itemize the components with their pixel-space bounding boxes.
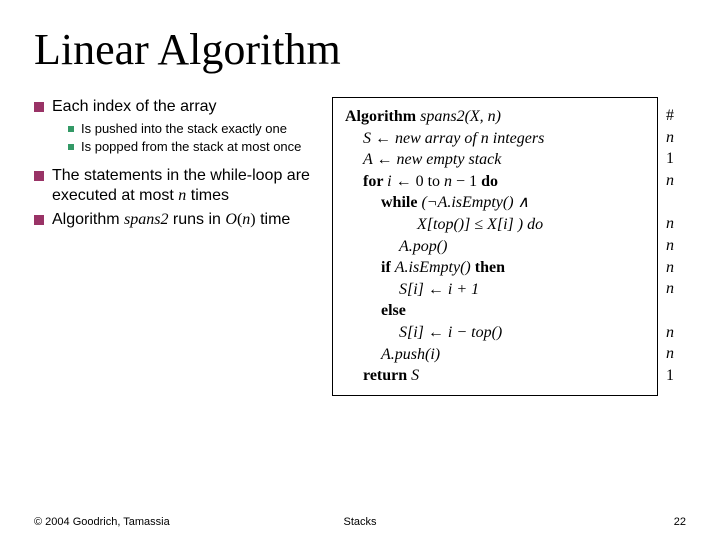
bullet-2-text: The statements in the while-loop are exe… xyxy=(52,166,314,206)
complexity-column: # n 1 n n n n n n n 1 xyxy=(666,97,686,387)
var-s: S xyxy=(411,367,419,384)
complexity-val: n xyxy=(666,127,686,149)
diamond-bullet-icon xyxy=(34,215,44,225)
txt: ← 0 to xyxy=(392,173,444,190)
bullet-2: The statements in the while-loop are exe… xyxy=(34,166,314,206)
sub-bullet-2: Is popped from the stack at most once xyxy=(68,139,314,155)
complexity-gap xyxy=(666,300,686,322)
fn-signature: spans2(X, n) xyxy=(420,108,501,125)
footer-topic: Stacks xyxy=(343,516,376,528)
kw-while: while xyxy=(381,194,421,211)
kw-do: do xyxy=(481,173,498,190)
algo-line-3: for i ← 0 to n − 1 do xyxy=(345,171,645,193)
sub-bullet-1: Is pushed into the stack exactly one xyxy=(68,121,314,137)
algorithm-box: Algorithm spans2(X, n) S ← new array of … xyxy=(332,97,658,396)
complexity-val: n xyxy=(666,235,686,257)
algo-line-9: else xyxy=(345,300,645,322)
algo-line-4: while (¬A.isEmpty() ∧ xyxy=(345,192,645,214)
complexity-val: n xyxy=(666,257,686,279)
complexity-gap xyxy=(666,191,686,213)
left-column: Each index of the array Is pushed into t… xyxy=(34,97,314,396)
algo-name: spans2 xyxy=(124,211,168,228)
bullet-3: Algorithm spans2 runs in O(n) time xyxy=(34,210,314,230)
bullet-1-sublist: Is pushed into the stack exactly one Is … xyxy=(68,121,314,156)
square-bullet-icon xyxy=(68,126,74,132)
bullet-1: Each index of the array xyxy=(34,97,314,117)
kw-return: return xyxy=(363,367,411,384)
algo-line-12: return S xyxy=(345,365,645,387)
complexity-val: n xyxy=(666,322,686,344)
square-bullet-icon xyxy=(68,144,74,150)
footer: © 2004 Goodrich, Tamassia Stacks 22 xyxy=(34,516,686,528)
footer-copyright: © 2004 Goodrich, Tamassia xyxy=(34,516,170,528)
complexity-val: n xyxy=(666,278,686,300)
slide-title: Linear Algorithm xyxy=(34,24,686,75)
kw-for: for xyxy=(363,173,387,190)
content-columns: Each index of the array Is pushed into t… xyxy=(34,97,686,396)
cond-part2: X[top()] ≤ X[i] ) do xyxy=(417,216,543,233)
cond: A.isEmpty() xyxy=(395,259,475,276)
bullet-3-time: time xyxy=(256,211,291,228)
algo-line-2: A ← new empty stack xyxy=(345,149,645,171)
algo-line-11: A.push(i) xyxy=(345,344,645,366)
complexity-val: 1 xyxy=(666,148,686,170)
complexity-header: # xyxy=(666,105,686,127)
sub-bullet-1-text: Is pushed into the stack exactly one xyxy=(81,121,287,137)
complexity-val: 1 xyxy=(666,365,686,387)
algo-line-7: if A.isEmpty() then xyxy=(345,257,645,279)
sub-bullet-2-text: Is popped from the stack at most once xyxy=(81,139,301,155)
algo-line-6: A.pop() xyxy=(345,236,645,258)
footer-page-number: 22 xyxy=(674,516,686,528)
diamond-bullet-icon xyxy=(34,102,44,112)
txt: − 1 xyxy=(452,173,481,190)
big-o: O xyxy=(225,211,237,228)
bullet-3-mid: runs in xyxy=(168,211,225,228)
algo-line-0: Algorithm spans2(X, n) xyxy=(345,106,645,128)
cond-part1: (¬A.isEmpty() ∧ xyxy=(421,194,529,211)
complexity-val: n xyxy=(666,343,686,365)
diamond-bullet-icon xyxy=(34,171,44,181)
kw-if: if xyxy=(381,259,395,276)
var-n: n xyxy=(444,173,452,190)
kw-algorithm: Algorithm xyxy=(345,108,420,125)
algo-line-5: X[top()] ≤ X[i] ) do xyxy=(345,214,645,236)
algo-line-10: S[i] ← i − top() xyxy=(345,322,645,344)
algo-line-1: S ← new array of n integers xyxy=(345,128,645,150)
bullet-1-text: Each index of the array xyxy=(52,97,314,117)
bullet-2-suffix: times xyxy=(186,187,229,204)
complexity-val: n xyxy=(666,213,686,235)
bullet-3-prefix: Algorithm xyxy=(52,211,124,228)
kw-then: then xyxy=(475,259,505,276)
complexity-val: n xyxy=(666,170,686,192)
bullet-3-text: Algorithm spans2 runs in O(n) time xyxy=(52,210,314,230)
right-column: Algorithm spans2(X, n) S ← new array of … xyxy=(332,97,686,396)
algo-line-8: S[i] ← i + 1 xyxy=(345,279,645,301)
